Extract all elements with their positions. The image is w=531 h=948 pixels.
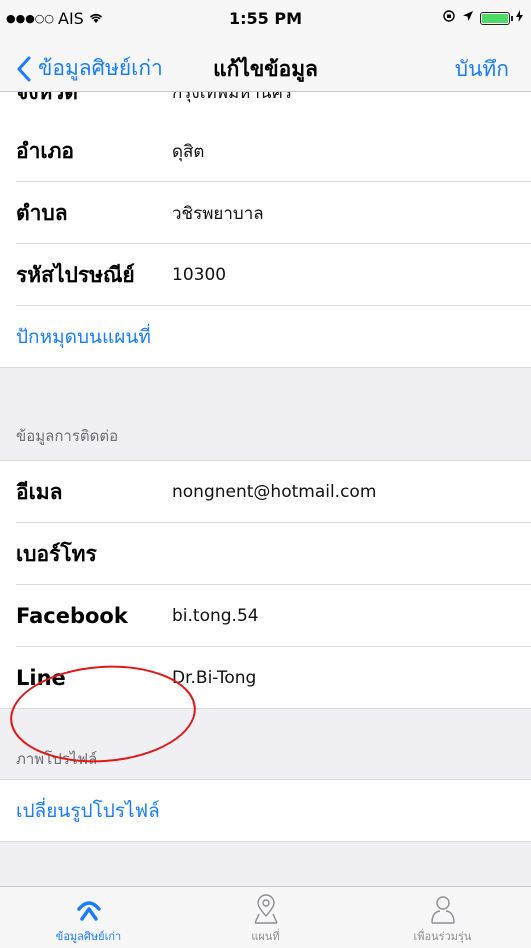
map-pin-icon bbox=[253, 894, 278, 924]
province-row[interactable]: จังหวัด กรุงเทพมหานคร bbox=[0, 92, 531, 120]
facebook-row[interactable]: Facebook bi.tong.54 bbox=[0, 585, 531, 647]
line-field[interactable]: Dr.Bi-Tong bbox=[172, 668, 256, 688]
rotation-lock-icon bbox=[442, 9, 456, 27]
tab-classmates-label: เพื่อนร่วมรุ่น bbox=[413, 930, 472, 943]
charging-icon bbox=[516, 10, 523, 26]
tab-alumni-label: ข้อมูลศิษย์เก่า bbox=[55, 930, 122, 943]
battery-icon bbox=[480, 11, 513, 25]
pin-on-map-label: ปักหมุดบนแผนที่ bbox=[16, 326, 151, 348]
email-row[interactable]: อีเมล nongnent@hotmail.com bbox=[0, 460, 531, 523]
postal-code-label: รหัสไปรษณีย์ bbox=[16, 262, 135, 287]
person-icon bbox=[430, 896, 455, 924]
tab-classmates[interactable]: เพื่อนร่วมรุ่น bbox=[354, 887, 531, 948]
change-profile-photo-label: เปลี่ยนรูปโปรไฟล์ bbox=[16, 800, 160, 822]
save-button[interactable]: บันทึก bbox=[455, 53, 509, 86]
alumni-icon bbox=[76, 901, 101, 921]
province-value[interactable]: กรุงเทพมหานคร bbox=[172, 92, 292, 106]
pin-on-map-link[interactable]: ปักหมุดบนแผนที่ bbox=[0, 306, 531, 368]
subdistrict-label: ตำบล bbox=[16, 200, 68, 225]
district-value[interactable]: ดุสิต bbox=[172, 138, 204, 165]
line-label: Line bbox=[16, 666, 66, 690]
tab-map[interactable]: แผนที่ bbox=[177, 887, 354, 948]
navigation-bar: ข้อมูลศิษย์เก่า แก้ไขข้อมูล บันทึก bbox=[0, 40, 531, 92]
province-label: จังหวัด bbox=[0, 92, 172, 109]
district-label: อำเภอ bbox=[16, 138, 75, 163]
line-row[interactable]: Line Dr.Bi-Tong bbox=[0, 647, 531, 709]
subdistrict-value[interactable]: วชิรพยาบาล bbox=[172, 200, 264, 227]
location-arrow-icon bbox=[462, 10, 474, 26]
tab-bar: ข้อมูลศิษย์เก่า แผนที่ เพื่อนร่วมรุ่น bbox=[0, 886, 531, 948]
profile-section-title: ภาพโปรไฟล์ bbox=[16, 750, 98, 768]
tab-map-label: แผนที่ bbox=[251, 930, 280, 943]
district-row[interactable]: อำเภอ ดุสิต bbox=[0, 120, 531, 182]
postal-code-row[interactable]: รหัสไปรษณีย์ 10300 bbox=[0, 244, 531, 306]
section-gap bbox=[0, 709, 531, 739]
facebook-field[interactable]: bi.tong.54 bbox=[172, 606, 259, 626]
facebook-label: Facebook bbox=[16, 604, 128, 628]
change-profile-photo-button[interactable]: เปลี่ยนรูปโปรไฟล์ bbox=[0, 779, 531, 842]
tab-alumni[interactable]: ข้อมูลศิษย์เก่า bbox=[0, 887, 177, 948]
email-field[interactable]: nongnent@hotmail.com bbox=[172, 482, 376, 502]
status-bar: ●●●○○ AIS 1:55 PM bbox=[0, 0, 531, 40]
status-right bbox=[442, 9, 523, 27]
section-gap bbox=[0, 368, 531, 398]
subdistrict-row[interactable]: ตำบล วชิรพยาบาล bbox=[0, 182, 531, 244]
page-title: แก้ไขข้อมูล bbox=[213, 57, 318, 81]
contact-section-header: ข้อมูลการติดต่อ bbox=[0, 398, 531, 460]
profile-section-header: ภาพโปรไฟล์ bbox=[0, 739, 531, 779]
form-scroll-area[interactable]: จังหวัด กรุงเทพมหานคร อำเภอ ดุสิต ตำบล ว… bbox=[0, 92, 531, 886]
contact-section-title: ข้อมูลการติดต่อ bbox=[16, 427, 119, 445]
postal-code-value[interactable]: 10300 bbox=[172, 265, 226, 285]
email-label: อีเมล bbox=[16, 479, 63, 504]
phone-row[interactable]: เบอร์โทร bbox=[0, 523, 531, 585]
phone-label: เบอร์โทร bbox=[16, 541, 97, 566]
